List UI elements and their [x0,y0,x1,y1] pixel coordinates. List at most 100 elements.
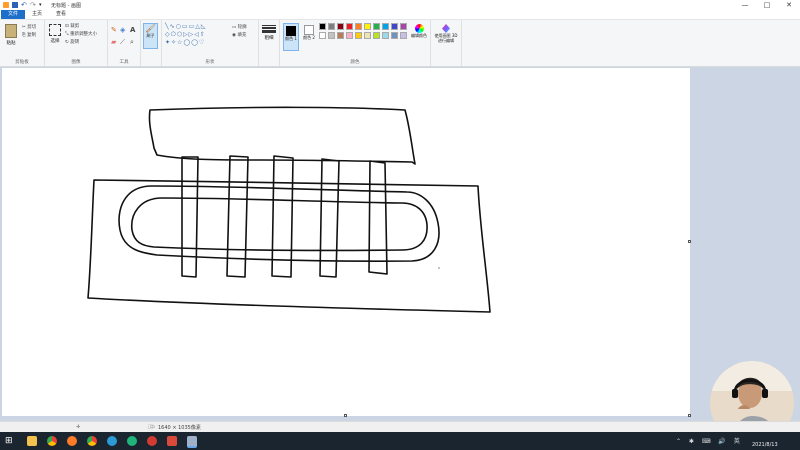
firefox-icon[interactable] [67,436,77,446]
system-tray-icons[interactable]: ⌃ ✱ ⌨ 🔊 英 [676,436,743,445]
size-group: 粗细 [259,20,280,66]
redo-icon[interactable]: ↷ [30,2,36,9]
start-windows-icon[interactable]: ⊞ [5,436,15,446]
select-icon [49,24,61,36]
size-button[interactable]: 粗细 [262,24,276,41]
ribbon: 粘贴 ✂ 剪切 ⎘ 复制 剪贴板 选择 ⊡ 裁剪 ⤡ 重新调整大小 ↻ 旋转 图… [0,20,800,67]
tools-group-label: 工具 [119,60,129,65]
shape-fill-label: 填充 [237,33,247,38]
clipboard-group: 粘贴 ✂ 剪切 ⎘ 复制 剪贴板 [0,20,45,66]
color2-button[interactable]: 颜色 2 [301,23,317,51]
bar-4 [319,158,340,278]
fill-tool[interactable]: ◈ [120,26,125,34]
edit-colors-button[interactable]: 编辑颜色 [411,23,427,51]
undo-icon[interactable]: ↶ [21,2,27,9]
quick-access-toolbar: ↶ ↷ ▾ [0,2,45,9]
chrome-alt-icon[interactable] [87,436,97,446]
canvas-size-icon: ▭ [150,424,155,430]
chrome-icon[interactable] [47,436,57,446]
palette-swatch[interactable] [337,32,344,39]
rotate-button[interactable]: ↻ 旋转 [65,39,79,45]
color1-button[interactable]: 颜色 1 [283,23,299,51]
wps-icon[interactable] [167,436,177,446]
window-controls: — □ ✕ [734,0,800,10]
palette-swatch[interactable] [355,32,362,39]
shapes-row-1: ╲∿○▭▭△◺ [165,23,207,30]
canvas-resize-handle-right[interactable] [688,240,691,243]
customize-qat-icon[interactable]: ▾ [39,2,45,8]
edge-icon[interactable] [107,436,117,446]
shape-fill-button[interactable]: ◉ 填充 [232,32,246,38]
canvas-size: 1640 × 1035像素 [158,425,201,431]
paint-taskbar-icon[interactable] [187,436,197,448]
minimize-button[interactable]: — [734,0,756,10]
size-lines-icon [262,25,276,33]
tab-home[interactable]: 主页 [25,10,49,19]
app-green-icon[interactable] [127,436,137,446]
edit-colors-icon [414,24,424,33]
select-button[interactable]: 选择 [48,24,62,46]
shapes-group-label: 形状 [205,60,215,65]
palette-swatch[interactable] [319,23,326,30]
drawing-sketch [87,106,491,313]
paint3d-group: 使用画图 3D 进行编辑 [431,20,462,66]
size-label: 粗细 [264,36,274,41]
save-icon[interactable] [12,2,18,8]
palette-swatch[interactable] [319,32,326,39]
color2-label: 颜色 2 [303,35,315,40]
palette-swatch[interactable] [391,23,398,30]
netease-music-icon[interactable] [147,436,157,446]
crop-button[interactable]: ⊡ 裁剪 [65,23,79,29]
color2-swatch [304,25,314,35]
canvas-resize-handle-corner[interactable] [688,414,691,417]
shapes-gallery[interactable]: ╲∿○▭▭△◺ ◇⬠⬡▷▷◁⇧ ✦✧☆◯◯♡ [165,23,229,47]
palette-swatch[interactable] [328,32,335,39]
maximize-button[interactable]: □ [756,0,778,10]
palette-swatch[interactable] [346,23,353,30]
rotate-label: 旋转 [70,40,80,45]
brushes-button[interactable]: 🖌 刷子 [143,23,158,49]
tab-view[interactable]: 查看 [49,10,73,19]
paste-icon [5,24,17,38]
select-label: 选择 [50,39,60,44]
palette-swatch[interactable] [364,32,371,39]
window-title: 无标题 - 画图 [51,2,81,9]
color-picker-tool[interactable]: ⟋ [120,38,125,47]
image-group-label: 图像 [71,60,81,65]
clock-date[interactable]: 2021/8/13 [752,442,778,448]
palette-swatch[interactable] [382,32,389,39]
palette-swatch[interactable] [346,32,353,39]
palette-swatch[interactable] [382,23,389,30]
tab-file[interactable]: 文件 [1,10,26,19]
bar-1 [181,156,199,278]
palette-swatch[interactable] [337,23,344,30]
palette-swatch[interactable] [355,23,362,30]
edit-with-paint3d-button[interactable]: 使用画图 3D 进行编辑 [433,23,459,51]
file-explorer-icon[interactable] [27,436,37,446]
copy-label: 复制 [27,33,37,38]
shape-outline-button[interactable]: ▭ 轮廓 [232,24,247,30]
pencil-tool[interactable]: ✎ [111,26,117,34]
text-tool[interactable]: A [130,26,135,34]
palette-swatch[interactable] [373,32,380,39]
palette-swatch[interactable] [391,32,398,39]
stray-dot [438,267,440,269]
title-bar: ↶ ↷ ▾ 无标题 - 画图 — □ ✕ [0,0,800,10]
palette-swatch[interactable] [400,32,407,39]
close-button[interactable]: ✕ [778,0,800,10]
magnifier-tool[interactable]: ⌕ [130,38,134,47]
cut-button[interactable]: ✂ 剪切 [22,24,36,30]
palette-swatch[interactable] [328,23,335,30]
resize-button[interactable]: ⤡ 重新调整大小 [65,31,97,37]
palette-swatch[interactable] [400,23,407,30]
bar-3 [271,155,294,278]
copy-button[interactable]: ⎘ 复制 [22,32,36,38]
canvas-resize-handle-bottom[interactable] [344,414,347,417]
eraser-tool[interactable]: ▰ [111,38,116,46]
palette-swatch[interactable] [373,23,380,30]
resize-label: 重新调整大小 [70,32,98,37]
drawing-canvas[interactable] [2,68,691,417]
palette-swatch[interactable] [364,23,371,30]
paste-button[interactable]: 粘贴 [4,24,18,46]
brush-icon: 🖌 [145,24,156,33]
